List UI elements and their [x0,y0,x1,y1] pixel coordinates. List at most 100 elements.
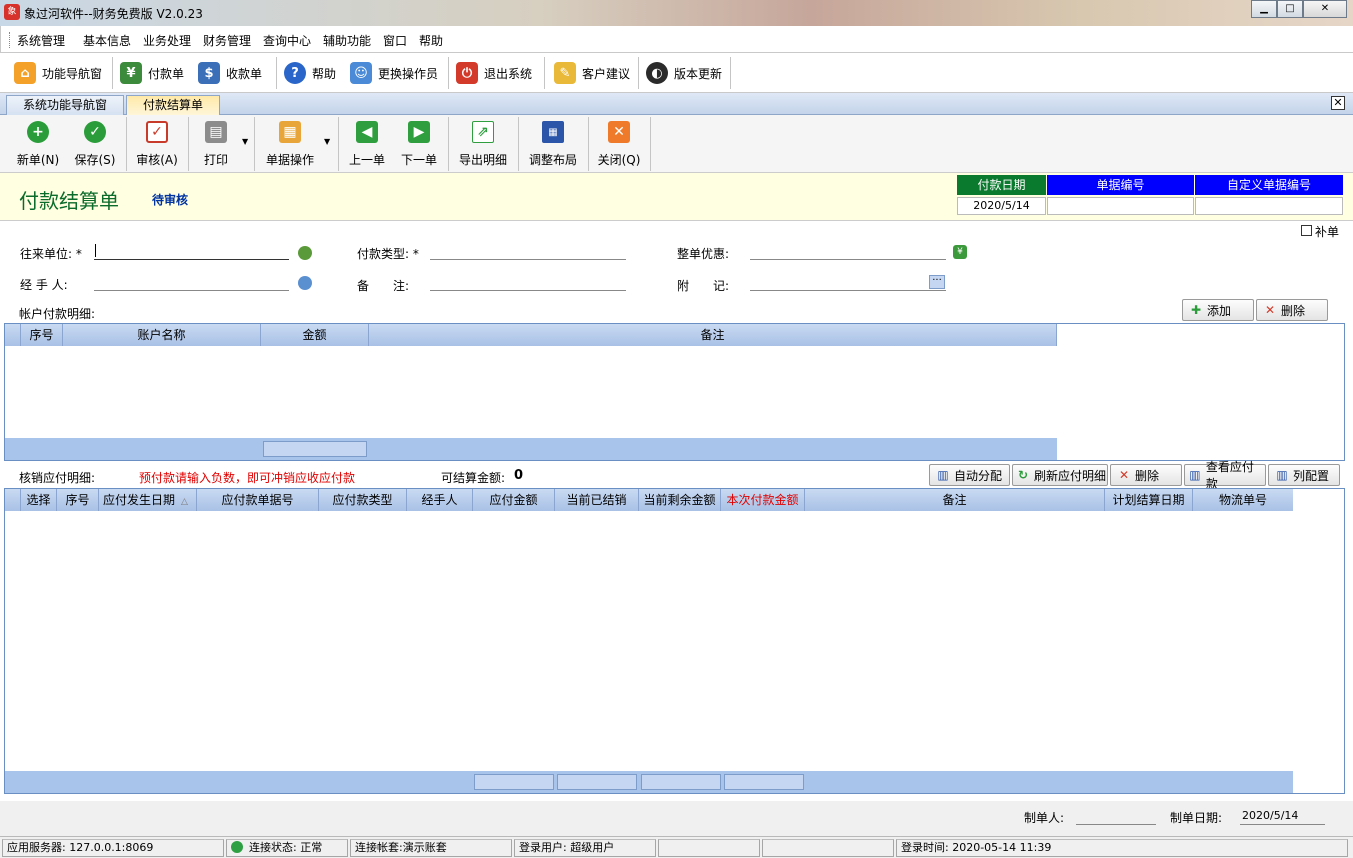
menu-system[interactable]: 系统管理 [17,32,65,49]
menu-query[interactable]: 查询中心 [263,32,311,49]
pay-date-field[interactable]: 2020/5/14 [957,197,1046,215]
col-payable-amount[interactable]: 应付金额 [473,489,555,511]
col-payable-date-label: 应付发生日期 [103,493,176,507]
divider [448,117,449,171]
prev-button[interactable]: ◀ 上一单 [346,119,388,169]
col-account-name[interactable]: 账户名称 [63,324,261,346]
doc-no-field[interactable] [1047,197,1194,215]
power-icon: ⏻ [456,62,478,84]
close-form-button[interactable]: ✕ 关闭(Q) [596,119,642,169]
divider [588,117,589,171]
column-config-label: 列配置 [1293,468,1330,483]
col-settled[interactable]: 当前已结销 [555,489,639,511]
col-remaining[interactable]: 当前剩余金额 [639,489,721,511]
tab-nav-window[interactable]: 系统功能导航窗 [6,95,125,115]
col-payable-type[interactable]: 应付款类型 [319,489,407,511]
col-logistics-no[interactable]: 物流单号 [1193,489,1293,511]
note-input[interactable] [430,290,626,291]
col-select[interactable]: 选择 [21,489,57,511]
divider [638,57,639,89]
account-grid: 序号 账户名称 金额 备注 [4,323,1345,461]
adjust-layout-button[interactable]: ▦ 调整布局 [526,119,580,169]
receipt-button[interactable]: $ 收款单 [198,57,262,89]
print-button[interactable]: ▤ 打印 [196,119,236,169]
receipt-icon: $ [198,62,220,84]
print-dropdown-icon[interactable]: ▼ [242,137,248,146]
partner-input[interactable] [94,259,289,260]
export-detail-button[interactable]: ⇗ 导出明细 [456,119,510,169]
document-ops-button[interactable]: ▦ 单据操作 [262,119,318,169]
col-amount[interactable]: 金额 [261,324,369,346]
col-remark[interactable]: 备注 [805,489,1105,511]
close-form-label: 关闭(Q) [597,153,641,167]
attach-input[interactable] [750,290,946,291]
document-ops-dropdown-icon[interactable]: ▼ [324,137,330,146]
folder-icon: ▦ [279,121,301,143]
help-label: 帮助 [312,66,337,81]
payment-button[interactable]: ¥ 付款单 [120,57,184,89]
person-lookup-icon[interactable] [298,276,312,290]
col-this-payment[interactable]: 本次付款金额 [721,489,805,511]
tab-payment-settlement[interactable]: 付款结算单 [126,95,221,115]
yen-icon[interactable]: ¥ [953,245,967,259]
partner-lookup-icon[interactable] [298,246,312,260]
menu-assist[interactable]: 辅助功能 [323,32,371,49]
save-button[interactable]: ✓ 保存(S) [72,119,118,169]
col-payable-doc-no[interactable]: 应付款单据号 [197,489,319,511]
document-ops-label: 单据操作 [265,153,314,167]
close-icon: ✕ [608,121,630,143]
view-payable-button[interactable]: ▥ 查看应付款 [1184,460,1266,491]
pay-type-input[interactable] [430,259,626,260]
menu-help[interactable]: 帮助 [419,32,443,49]
divider [338,117,339,171]
close-window-button[interactable]: ✕ [1303,0,1347,18]
update-button[interactable]: ◐ 版本更新 [646,57,722,89]
col-plan-settle-date[interactable]: 计划结算日期 [1105,489,1193,511]
col-payable-date[interactable]: 应付发生日期 △ [99,489,197,511]
switch-operator-button[interactable]: ☺ 更换操作员 [350,57,438,89]
delete-payable-button[interactable]: ✕ 删除 [1110,464,1182,486]
custom-doc-no-field[interactable] [1195,197,1343,215]
col-seq[interactable]: 序号 [21,324,63,346]
notepad-icon: ✎ [554,62,576,84]
close-tab-icon[interactable]: ✕ [1331,96,1345,110]
refresh-payable-button[interactable]: ↻ 刷新应付明细 [1012,464,1108,486]
handler-input[interactable] [94,290,289,291]
handler-label: 经 手 人: [20,278,68,292]
discount-input[interactable] [750,259,946,260]
text-cursor [95,244,96,257]
column-config-button[interactable]: ▥ 列配置 [1268,464,1340,486]
title-bar: 象 象过河软件--财务免费版 V2.0.23 ▁ □ ✕ [0,0,1353,26]
audit-button[interactable]: ✓ 审核(A) [132,119,182,169]
attach-ellipsis-button[interactable]: ··· [929,275,945,289]
note-label: 备 注: [357,279,410,293]
exit-system-button[interactable]: ⏻ 退出系统 [456,57,532,89]
supplement-checkbox[interactable] [1301,225,1312,236]
menu-finance[interactable]: 财务管理 [203,32,251,49]
add-account-button[interactable]: ✚ 添加 [1182,299,1254,321]
col-remark[interactable]: 备注 [369,324,1057,346]
auto-allocate-button[interactable]: ▥ 自动分配 [929,464,1010,486]
status-login-time: 登录时间: 2020-05-14 11:39 [896,839,1348,857]
col-seq[interactable]: 序号 [57,489,99,511]
add-account-label: 添加 [1207,303,1232,318]
maximize-button[interactable]: □ [1277,0,1303,18]
update-globe-icon: ◐ [646,62,668,84]
new-label: 新单(N) [16,153,60,167]
suggestion-button[interactable]: ✎ 客户建议 [554,57,630,89]
help-button[interactable]: ? 帮助 [284,57,336,89]
save-label: 保存(S) [74,153,116,167]
menu-business[interactable]: 业务处理 [143,32,191,49]
delete-account-button[interactable]: ✕ 删除 [1256,299,1328,321]
amount-total-cell [263,441,367,457]
divider [448,57,449,89]
new-button[interactable]: + 新单(N) [14,119,62,169]
divider [276,57,277,89]
col-handler[interactable]: 经手人 [407,489,473,511]
menu-window[interactable]: 窗口 [383,32,407,49]
payable-grid-footer [5,771,1293,793]
nav-window-button[interactable]: ⌂ 功能导航窗 [14,57,102,89]
minimize-button[interactable]: ▁ [1251,0,1277,18]
menu-basic-info[interactable]: 基本信息 [83,32,131,49]
next-button[interactable]: ▶ 下一单 [398,119,440,169]
